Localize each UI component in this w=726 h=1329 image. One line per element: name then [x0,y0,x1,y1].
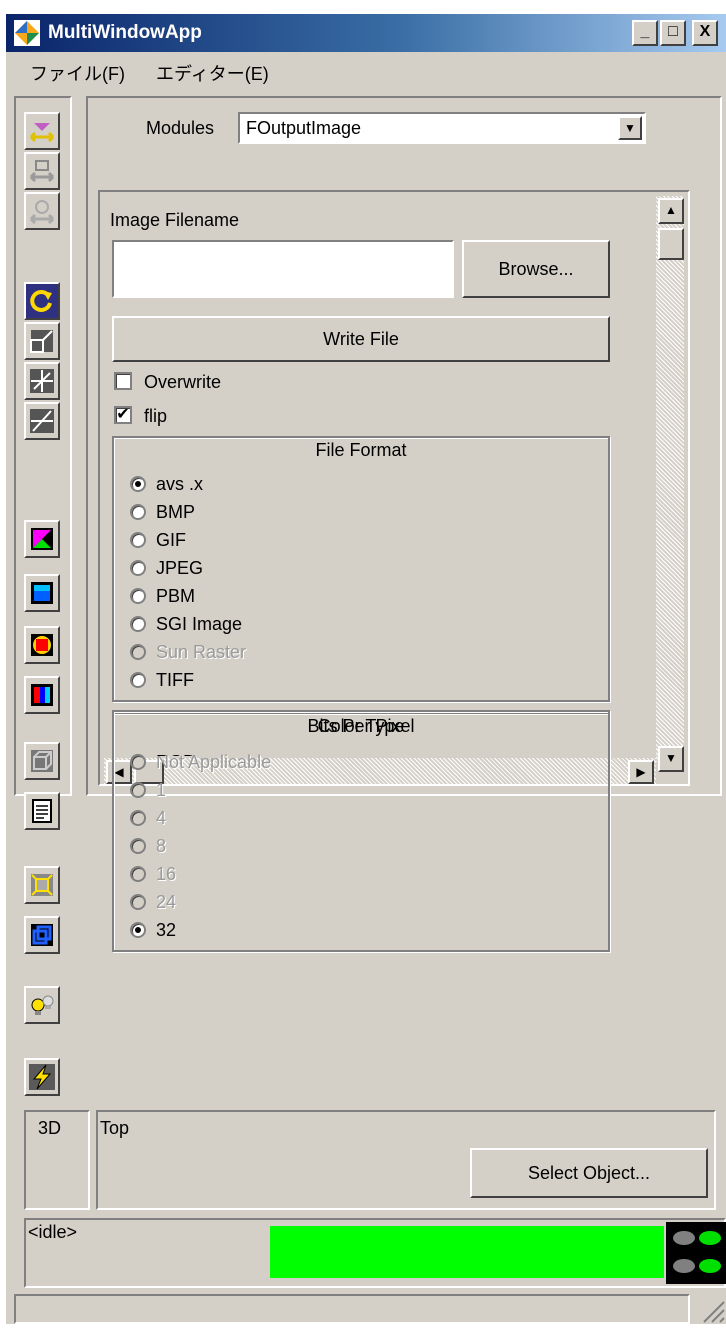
toolbar-button-transform-light[interactable] [24,192,60,230]
toolbar-button-cube[interactable] [24,916,60,954]
minimize-icon: _ [640,23,650,40]
status-text: <idle> [28,1222,78,1242]
maximize-icon: □ [668,23,678,40]
progress-fill [270,1226,664,1278]
camera-arrows-icon [29,160,55,183]
bits-per-pixel-radio[interactable] [130,922,146,938]
toolbar-button-color-red[interactable] [24,626,60,664]
bits-per-pixel-option: 16 [130,864,590,888]
status-bar [14,1294,690,1324]
light-bulb-icon [31,995,54,1015]
toolbar-button-color-magenta[interactable] [24,520,60,558]
blue-square-icon [31,582,53,604]
chevron-down-icon: ▼ [624,121,636,135]
cube-icon [31,924,53,946]
bits-per-pixel-label: 24 [156,892,177,912]
bits-per-pixel-radio [130,894,146,910]
scroll-down-button[interactable]: ▼ [658,746,684,772]
toolbar-button-transform-group[interactable] [24,112,60,150]
bits-per-pixel-option: 24 [130,892,590,916]
bits-per-pixel-radio [130,782,146,798]
bits-per-pixel-option: 8 [130,836,590,860]
toolbar-button-zoom[interactable] [24,402,60,440]
bits-per-pixel-option: 4 [130,808,590,832]
bits-per-pixel-radio [130,810,146,826]
color-type-radio[interactable] [130,754,146,756]
toolbar-button-document[interactable] [24,792,60,830]
bits-per-pixel-label: 16 [156,864,177,884]
progress-bar [270,1226,664,1278]
lightning-icon [29,1064,55,1090]
toolbar-button-fit[interactable] [24,866,60,904]
color-type-label: RGB [156,752,195,756]
color-type-title: Color Type [317,716,405,736]
document-icon [32,799,52,823]
minimize-button[interactable]: _ [632,20,658,46]
app-logo-icon [14,20,40,46]
bits-per-pixel-radio [130,838,146,854]
toolbar-button-execute[interactable] [24,1058,60,1096]
bits-per-pixel-label: 4 [156,808,167,828]
modules-label: Modules [146,118,215,138]
translate-icon [30,369,54,393]
vertical-scrollbar[interactable] [656,196,684,762]
menu-editor[interactable]: エディター(E) [156,60,269,86]
bits-per-pixel-label: 32 [156,920,177,940]
bits-per-pixel-label: 8 [156,836,167,856]
scale-icon [30,330,53,353]
box-icon [31,750,53,772]
arrow-up-icon: ▲ [665,203,677,217]
color-type-option[interactable]: RGB [130,752,590,756]
modules-dropdown[interactable]: FOutputImage ▼ [238,112,646,144]
toolbar-button-translate[interactable] [24,362,60,400]
group-arrows-icon [29,123,55,143]
color-editor-icon [31,528,53,550]
maximize-button[interactable]: □ [660,20,686,46]
red-square-icon [31,634,53,656]
window-title: MultiWindowApp [48,22,202,43]
activity-indicator [666,1222,726,1284]
rotate-icon [30,289,52,312]
modules-selected-value: FOutputImage [246,118,362,138]
traffic-light-icon [673,1231,721,1273]
color-type-clip: Color TypeRGBGreyscaleBW [100,192,656,756]
bits-per-pixel-radio [130,866,146,882]
toolbar-button-scale[interactable] [24,322,60,360]
view-mode-box: 3D [24,1110,90,1210]
zoom-icon [30,409,54,433]
toolbar-button-transform-camera[interactable] [24,152,60,190]
resize-grip-icon[interactable] [696,1294,726,1324]
fit-view-icon [31,874,53,896]
menu-file[interactable]: ファイル(F) [30,60,125,86]
light-arrows-icon [29,200,55,225]
toolbar-button-lights[interactable] [24,986,60,1024]
select-object-button[interactable]: Select Object... [470,1148,708,1198]
arrow-down-icon: ▼ [665,751,677,765]
select-object-label: Select Object... [527,1162,651,1183]
vertical-scroll-thumb[interactable] [658,228,684,260]
dropdown-arrow-button[interactable]: ▼ [618,116,642,140]
toolbar-button-box[interactable] [24,742,60,780]
bits-per-pixel-label: 1 [156,780,167,800]
bits-per-pixel-option[interactable]: 32 [130,920,590,944]
view-name-label: Top [100,1118,130,1138]
view-mode-label: 3D [38,1118,62,1138]
bits-per-pixel-radio [130,754,146,770]
close-icon: X [699,23,711,40]
scroll-right-button[interactable]: ▶ [628,760,654,784]
toolbar-button-rotate[interactable] [24,282,60,320]
close-button[interactable]: X [692,20,718,46]
toolbar-button-color-blue[interactable] [24,574,60,612]
scroll-up-button[interactable]: ▲ [658,198,684,224]
texture-icon [31,684,53,706]
arrow-right-icon: ▶ [636,765,646,779]
toolbar-button-color-mixed[interactable] [24,676,60,714]
bits-per-pixel-option: 1 [130,780,590,804]
